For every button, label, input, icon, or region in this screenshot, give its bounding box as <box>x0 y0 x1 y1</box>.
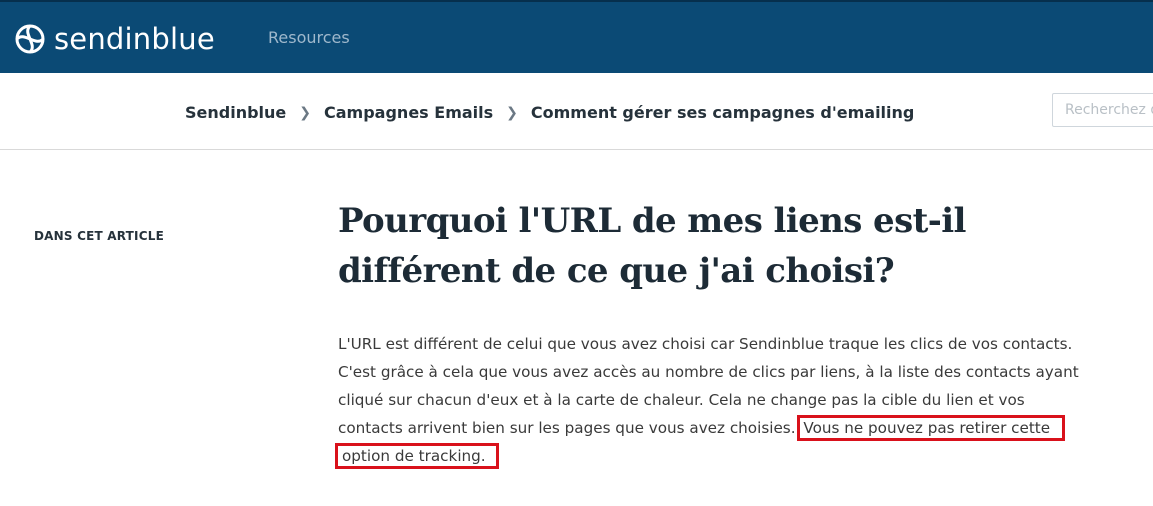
chevron-right-icon: ❯ <box>506 104 518 121</box>
article-title-line-2: différent de ce que j'ai choisi? <box>338 251 895 291</box>
top-navigation-bar: sendinblue Resources <box>0 0 1153 73</box>
article-body-line: contacts arrivent bien sur les pages que… <box>338 414 1068 442</box>
article-body-line: option de tracking. <box>335 442 1068 470</box>
brand-logo-link[interactable]: sendinblue <box>14 21 215 57</box>
sendinblue-logo-icon <box>15 24 45 54</box>
article-body-line: L'URL est différent de celui que vous av… <box>338 335 1073 353</box>
article-body-line: cliqué sur chacun d'eux et à la carte de… <box>338 391 1025 409</box>
breadcrumb: Sendinblue ❯ Campagnes Emails ❯ Comment … <box>185 103 914 122</box>
highlighted-text-part-1: Vous ne pouvez pas retirer cette <box>797 415 1066 441</box>
breadcrumb-item-category[interactable]: Campagnes Emails <box>324 103 493 122</box>
nav-resources-link[interactable]: Resources <box>268 28 350 47</box>
chevron-right-icon: ❯ <box>299 104 312 121</box>
article-title-line-1: Pourquoi l'URL de mes liens est-il <box>338 201 966 241</box>
search-input[interactable] <box>1052 93 1153 127</box>
highlighted-text-part-2: option de tracking. <box>335 443 499 469</box>
article-body-line: C'est grâce à cela que vous avez accès a… <box>338 363 1079 381</box>
breadcrumb-bar: Sendinblue ❯ Campagnes Emails ❯ Comment … <box>0 73 1153 150</box>
article-body: L'URL est différent de celui que vous av… <box>335 330 1079 470</box>
table-of-contents-label: DANS CET ARTICLE <box>34 229 164 243</box>
article-body-line-text: contacts arrivent bien sur les pages que… <box>338 419 796 437</box>
breadcrumb-item-section[interactable]: Comment gérer ses campagnes d'emailing <box>531 103 914 122</box>
brand-name: sendinblue <box>54 22 215 56</box>
breadcrumb-item-home[interactable]: Sendinblue <box>185 103 286 122</box>
article-title: Pourquoi l'URL de mes liens est-il diffé… <box>338 196 978 296</box>
